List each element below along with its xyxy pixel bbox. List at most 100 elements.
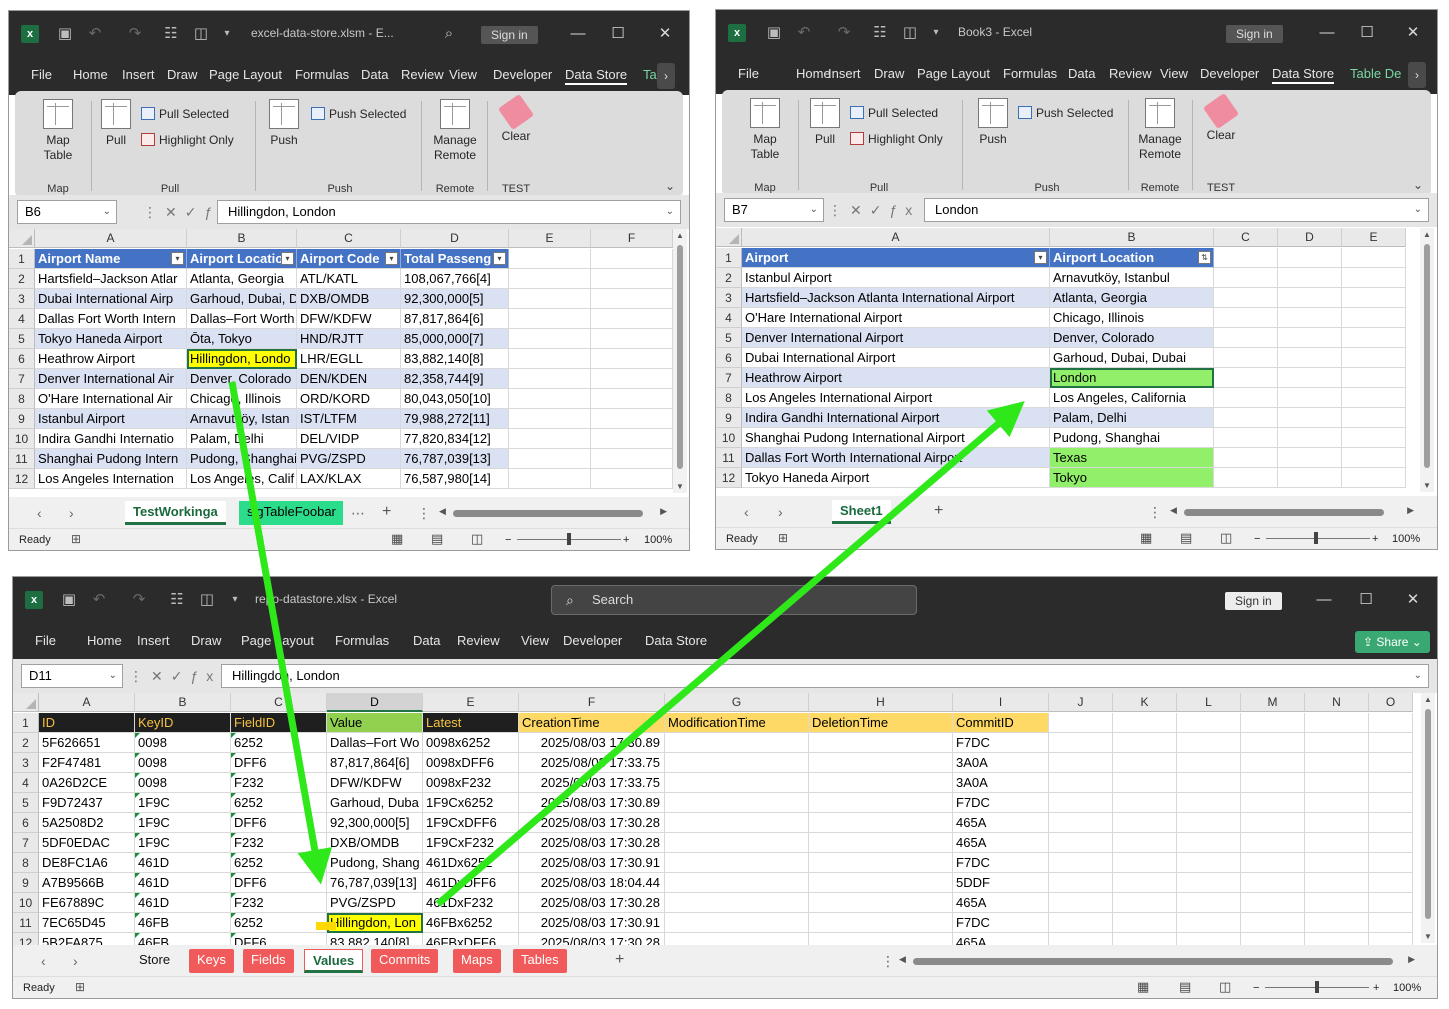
menu-developer[interactable]: Developer [493, 67, 552, 82]
table-cell[interactable] [809, 933, 953, 945]
table-cell[interactable] [809, 733, 953, 753]
empty-cell[interactable] [509, 409, 591, 429]
empty-cell[interactable] [1177, 833, 1241, 853]
table-cell[interactable]: 79,988,272[11] [401, 409, 509, 429]
table-cell[interactable]: 83,882,140[8] [327, 933, 423, 945]
menu-file[interactable]: File [35, 633, 56, 648]
sign-in-button[interactable]: Sign in [481, 26, 538, 44]
empty-cell[interactable] [1214, 368, 1278, 388]
empty-cell[interactable] [591, 349, 673, 369]
table-cell[interactable]: 77,820,834[12] [401, 429, 509, 449]
empty-cell[interactable] [1369, 833, 1413, 853]
empty-cell[interactable] [509, 449, 591, 469]
row-header-4[interactable]: 4 [9, 309, 35, 329]
table-cell[interactable]: DEN/KDEN [297, 369, 401, 389]
table-cell[interactable]: DFW/KDFW [327, 773, 423, 793]
table-cell[interactable]: 87,817,864[6] [401, 309, 509, 329]
menu-data[interactable]: Data [413, 633, 440, 648]
empty-cell[interactable] [1241, 933, 1305, 945]
undo-icon[interactable]: ↶ [89, 590, 109, 610]
scroll-up-icon[interactable]: ▲ [1421, 695, 1435, 704]
table-cell[interactable]: Dubai International Airp [35, 289, 187, 309]
page-layout-view-icon[interactable]: ▤ [1179, 979, 1191, 995]
table-cell[interactable]: Dallas–Fort Wo [327, 733, 423, 753]
menu-data-store[interactable]: Data Store [565, 67, 628, 85]
table-cell[interactable]: Hartsfield–Jackson Atlanta International… [742, 288, 1050, 308]
zoom-in-icon[interactable]: + [1373, 982, 1379, 994]
table-cell[interactable]: 3A0A [953, 753, 1049, 773]
empty-cell[interactable] [1113, 913, 1177, 933]
scroll-thumb[interactable] [1425, 709, 1431, 919]
table-cell[interactable]: 0098 [135, 733, 231, 753]
table-cell[interactable]: O'Hare International Airport [742, 308, 1050, 328]
table-cell[interactable]: DXB/OMDB [327, 833, 423, 853]
search-box[interactable]: ⌕ Search [551, 585, 917, 615]
zoom-slider-knob[interactable] [1315, 981, 1319, 993]
table-header-cell[interactable]: Latest [423, 713, 519, 733]
empty-cell[interactable] [591, 369, 673, 389]
collapse-ribbon-icon[interactable]: ⌄ [665, 179, 675, 193]
table-cell[interactable]: 80,043,050[10] [401, 389, 509, 409]
minimize-icon[interactable]: — [1316, 22, 1338, 44]
push-selected-button[interactable]: Push Selected [1018, 106, 1113, 120]
row-header-1[interactable]: 1 [9, 249, 35, 269]
empty-cell[interactable] [1214, 248, 1278, 268]
table-cell[interactable]: 2025/08/03 18:04.44 [519, 873, 665, 893]
empty-cell[interactable] [1049, 893, 1113, 913]
menu-formulas[interactable]: Formulas [335, 633, 389, 648]
table-cell[interactable]: 2025/08/03 17:30.28 [519, 813, 665, 833]
column-header-c[interactable]: C [231, 693, 327, 712]
table-cell[interactable]: 83,882,140[8] [401, 349, 509, 369]
table-cell[interactable]: 0098xF232 [423, 773, 519, 793]
customize-qat-icon[interactable]: ▾ [217, 24, 237, 44]
column-header-e[interactable]: E [423, 693, 519, 712]
empty-cell[interactable] [1113, 933, 1177, 945]
table-cell[interactable]: 0A26D2CE [39, 773, 135, 793]
table-cell[interactable] [665, 773, 809, 793]
zoom-out-icon[interactable]: − [1253, 982, 1259, 994]
column-header-a[interactable]: A [742, 228, 1050, 247]
column-header-i[interactable]: I [953, 693, 1049, 712]
empty-cell[interactable] [1177, 933, 1241, 945]
menu-data[interactable]: Data [361, 67, 388, 82]
zoom-in-icon[interactable]: + [623, 534, 629, 546]
row-header-7[interactable]: 7 [9, 369, 35, 389]
clear-button[interactable]: Clear [493, 93, 539, 144]
row-header-2[interactable]: 2 [9, 269, 35, 289]
horizontal-scrollbar[interactable]: ◀ ▶ [897, 954, 1417, 968]
table-header-cell[interactable]: Total Passeng ▾ [401, 249, 509, 269]
empty-cell[interactable] [1049, 853, 1113, 873]
table-header-cell[interactable]: Airport Location ⇅ [1050, 248, 1214, 268]
table-cell[interactable]: Denver International Airport [742, 328, 1050, 348]
table-cell[interactable]: 0098 [135, 753, 231, 773]
empty-cell[interactable] [591, 469, 673, 489]
table-cell[interactable]: Indira Gandhi International Airport [742, 408, 1050, 428]
empty-cell[interactable] [1369, 933, 1413, 945]
table-cell[interactable]: F232 [231, 773, 327, 793]
empty-cell[interactable] [1241, 773, 1305, 793]
menu-home[interactable]: Home [73, 67, 108, 82]
table-cell[interactable]: Garhoud, Dubai, Dubai [1050, 348, 1214, 368]
sheet-tab-fields[interactable]: Fields [243, 949, 294, 973]
empty-cell[interactable] [1113, 713, 1177, 733]
table-cell[interactable]: 46FB [135, 933, 231, 945]
column-header-a[interactable]: A [35, 229, 187, 248]
next-sheet-icon[interactable]: › [73, 953, 78, 969]
table-cell[interactable]: Palam, Delhi [1050, 408, 1214, 428]
table-header-cell[interactable]: ID [39, 713, 135, 733]
table-cell[interactable]: DE8FC1A6 [39, 853, 135, 873]
table-cell[interactable]: Denver, Colorado [187, 369, 297, 389]
empty-cell[interactable] [1305, 833, 1369, 853]
row-header-5[interactable]: 5 [716, 328, 742, 348]
menu-view[interactable]: View [449, 67, 477, 82]
empty-cell[interactable] [591, 429, 673, 449]
table-cell[interactable]: 2025/08/03 17:30.28 [519, 933, 665, 945]
empty-cell[interactable] [1369, 873, 1413, 893]
empty-cell[interactable] [1113, 813, 1177, 833]
sheet-tab-sheet1[interactable]: Sheet1 [832, 500, 891, 524]
worksheet-grid[interactable]: A B C D E 1 2 3 4 5 6 7 8 9 10 11 12 Airport ▾ Airport Loca… [716, 228, 1437, 496]
table-cell[interactable]: 6252 [231, 853, 327, 873]
tab-split-icon[interactable]: ⋮ [417, 505, 431, 522]
row-header-3[interactable]: 3 [9, 289, 35, 309]
row-header-8[interactable]: 8 [716, 388, 742, 408]
